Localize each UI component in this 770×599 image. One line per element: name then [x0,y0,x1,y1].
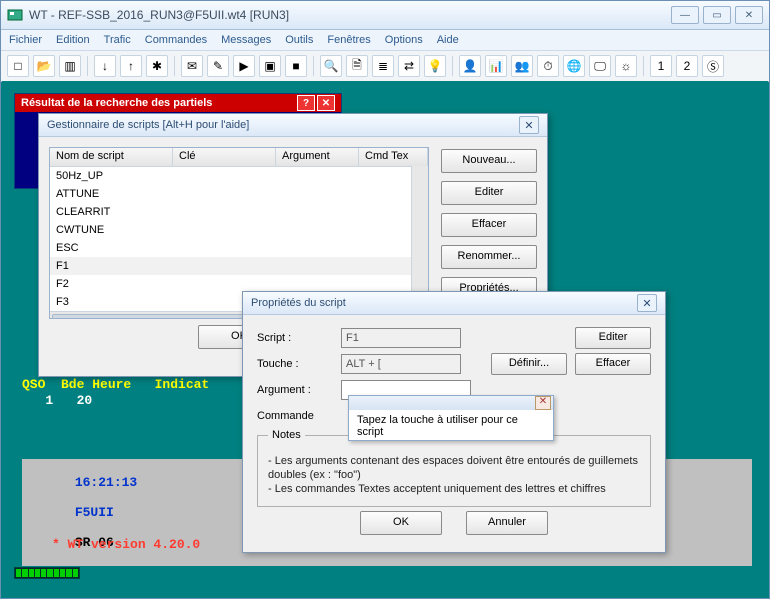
list-item[interactable]: CLEARRIT [50,203,428,221]
note-2: - Les commandes Textes acceptent uniquem… [268,482,640,496]
partial-help-button[interactable]: ? [297,95,315,111]
menu-fenetres[interactable]: Fenêtres [327,34,370,46]
tooltip-close-button[interactable]: ✕ [535,396,551,410]
close-button[interactable]: ✕ [735,6,763,24]
tooltip-text: Tapez la touche à utiliser pour ce scrip… [349,410,553,442]
list-item[interactable]: ATTUNE [50,185,428,203]
list-item[interactable]: ESC [50,239,428,257]
notes-group: Notes - Les arguments contenant des espa… [257,435,651,507]
arrow-down-icon[interactable]: ↓ [94,55,116,77]
toolbar-sep [643,56,644,76]
define-button[interactable]: Définir... [491,353,567,375]
gear-icon[interactable]: ☼ [615,55,637,77]
toolbar-sep [313,56,314,76]
run-icon[interactable]: ▶ [233,55,255,77]
argument-label: Argument : [257,384,333,396]
folder-icon[interactable]: ▥ [59,55,81,77]
window-title: WT - REF-SSB_2016_RUN3@F5UII.wt4 [RUN3] [29,8,671,22]
menu-edition[interactable]: Edition [56,34,90,46]
menu-outils[interactable]: Outils [285,34,313,46]
rename-button[interactable]: Renommer... [441,245,537,269]
play-icon[interactable]: ▣ [259,55,281,77]
screen-icon[interactable]: 🖵 [589,55,611,77]
list-item[interactable]: F1 [50,257,428,275]
zoom-icon[interactable]: 🔍 [320,55,342,77]
partial-close-button[interactable]: ✕ [317,95,335,111]
note-icon[interactable]: ✎ [207,55,229,77]
scroll-thumb[interactable] [52,314,274,319]
properties-title: Propriétés du script [251,297,346,309]
stop-icon[interactable]: ■ [285,55,307,77]
menu-aide[interactable]: Aide [437,34,459,46]
list-item[interactable]: CWTUNE [50,221,428,239]
status-call: F5UII [75,505,114,520]
globe-icon[interactable]: 🌐 [563,55,585,77]
key-prompt-tooltip: ✕ Tapez la touche à utiliser pour ce scr… [348,395,554,441]
key-field: ALT + [ [341,354,461,374]
prop-ok-button[interactable]: OK [360,511,442,535]
person-icon[interactable]: 👤 [459,55,481,77]
script-manager-titlebar[interactable]: Gestionnaire de scripts [Alt+H pour l'ai… [39,114,547,137]
split-icon[interactable]: Ⓢ [702,55,724,77]
two-icon[interactable]: 2 [676,55,698,77]
one-icon[interactable]: 1 [650,55,672,77]
properties-close-button[interactable]: ✕ [637,294,657,312]
toolbar-sep [87,56,88,76]
note-1: - Les arguments contenant des espaces do… [268,454,640,482]
maximize-button[interactable]: ▭ [703,6,731,24]
properties-titlebar[interactable]: Propriétés du script ✕ [243,292,665,315]
script-name-field: F1 [341,328,461,348]
chart-icon[interactable]: 📊 [485,55,507,77]
menu-trafic[interactable]: Trafic [104,34,131,46]
notes-legend: Notes [268,429,305,441]
partial-search-title: Résultat de la recherche des partiels [21,97,212,109]
tx-icon[interactable]: ⇄ [398,55,420,77]
status-time: 16:21:13 [75,475,137,490]
doc-icon[interactable]: 🗎 [346,55,368,77]
col-cmd[interactable]: Cmd Tex [359,148,428,166]
partial-search-titlebar[interactable]: Résultat de la recherche des partiels ? … [15,94,341,112]
minimize-button[interactable]: — [671,6,699,24]
menu-options[interactable]: Options [385,34,423,46]
toolbar-sep [174,56,175,76]
person2-icon[interactable]: 👥 [511,55,533,77]
edit-button[interactable]: Editer [441,181,537,205]
spark-icon[interactable]: ✱ [146,55,168,77]
toolbar-sep [452,56,453,76]
col-name[interactable]: Nom de script [50,148,173,166]
mail-icon[interactable]: ✉ [181,55,203,77]
vertical-scrollbar[interactable] [411,166,428,302]
prop-edit-button[interactable]: Editer [575,327,651,349]
signal-meter [14,567,80,579]
menu-fichier[interactable]: Fichier [9,34,42,46]
arrow-up-icon[interactable]: ↑ [120,55,142,77]
main-window: WT - REF-SSB_2016_RUN3@F5UII.wt4 [RUN3] … [0,0,770,599]
col-arg[interactable]: Argument [276,148,359,166]
clear-key-button[interactable]: Effacer [575,353,651,375]
clock-icon[interactable]: ⏱ [537,55,559,77]
script-manager-title: Gestionnaire de scripts [Alt+H pour l'ai… [47,119,249,131]
menu-commandes[interactable]: Commandes [145,34,207,46]
command-label: Commande [257,410,333,422]
script-manager-close-button[interactable]: ✕ [519,116,539,134]
delete-button[interactable]: Effacer [441,213,537,237]
tooltip-header: ✕ [349,396,553,410]
folder-new-icon[interactable]: □ [7,55,29,77]
folder-open-icon[interactable]: 📂 [33,55,55,77]
key-label: Touche : [257,358,333,370]
app-icon [7,7,23,23]
menu-bar: Fichier Edition Trafic Commandes Message… [1,30,769,51]
script-list-header: Nom de script Clé Argument Cmd Tex [50,148,428,167]
workspace: Résultat de la recherche des partiels ? … [2,81,768,597]
toolbar: □ 📂 ▥ ↓ ↑ ✱ ✉ ✎ ▶ ▣ ■ 🔍 🗎 ≣ ⇄ 💡 👤 📊 👥 ⏱ … [1,51,769,82]
col-key[interactable]: Clé [173,148,276,166]
lamp-icon[interactable]: 💡 [424,55,446,77]
script-label: Script : [257,332,333,344]
menu-messages[interactable]: Messages [221,34,271,46]
prop-cancel-button[interactable]: Annuler [466,511,548,535]
new-button[interactable]: Nouveau... [441,149,537,173]
titlebar: WT - REF-SSB_2016_RUN3@F5UII.wt4 [RUN3] … [1,1,769,30]
list-icon[interactable]: ≣ [372,55,394,77]
list-item[interactable]: 50Hz_UP [50,167,428,185]
